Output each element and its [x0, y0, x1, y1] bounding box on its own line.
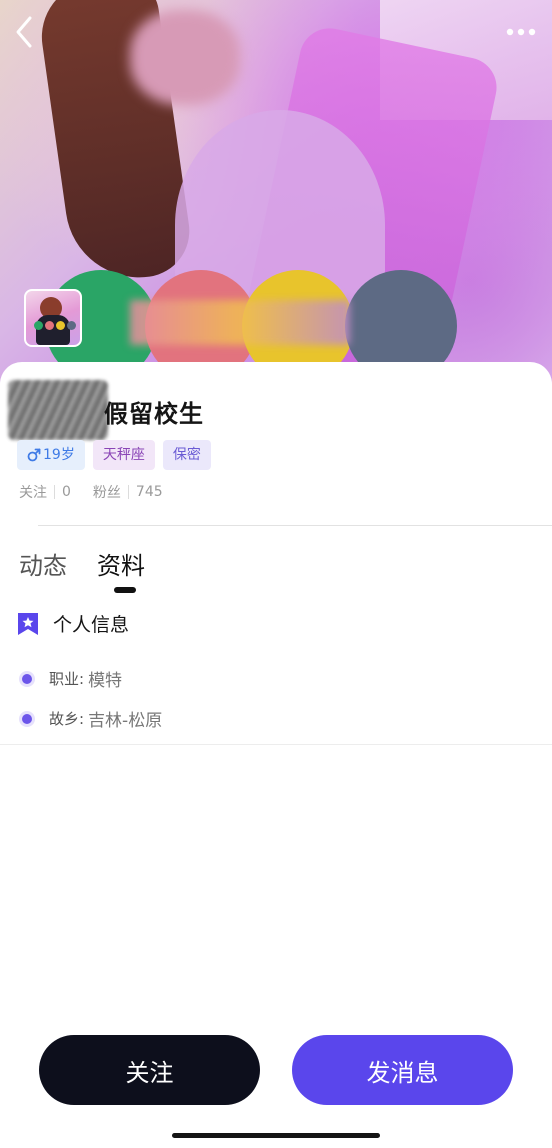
info-label: 职业: [49, 670, 85, 688]
info-value: 吉林-松原 [88, 711, 163, 731]
bullet-dot [22, 673, 32, 684]
bullet-dot [22, 713, 32, 724]
content-divider [0, 744, 552, 745]
active-tab-indicator [114, 587, 136, 593]
avatar-color-dots [34, 321, 76, 330]
privacy-tag: 保密 [162, 440, 211, 470]
section-title: 个人信息 [53, 614, 130, 636]
male-icon [27, 448, 41, 462]
info-row-occupation: 职业: 模特 [22, 666, 122, 691]
tab-posts[interactable]: 动态 [19, 546, 67, 581]
fans-label[interactable]: 粉丝 [93, 482, 121, 502]
profile-tabs: 动态 资料 [19, 546, 145, 581]
fans-count[interactable]: 745 [136, 484, 163, 500]
profile-name: 假留校生 [104, 400, 204, 428]
follow-button[interactable]: 关注 [39, 1035, 260, 1105]
stats-separator [54, 485, 55, 499]
info-row-hometown: 故乡: 吉林-松原 [22, 706, 162, 731]
avatar-thumbnail[interactable] [24, 289, 82, 347]
stats-separator [127, 485, 129, 499]
profile-stats: 关注 0 粉丝 745 [19, 482, 163, 502]
age-tag: 19岁 [17, 440, 85, 470]
cover-blurred-overlay [130, 300, 350, 345]
cover-blurred-face [130, 10, 240, 105]
following-count[interactable]: 0 [62, 484, 71, 500]
age-tag-label: 19岁 [43, 447, 75, 463]
section-divider [38, 525, 552, 526]
info-value: 模特 [88, 671, 123, 691]
more-dots-icon [506, 28, 536, 36]
back-button[interactable] [10, 14, 40, 50]
tab-profile-info[interactable]: 资料 [97, 546, 145, 581]
chevron-left-icon [16, 16, 32, 48]
more-options-button[interactable] [504, 20, 538, 44]
send-message-button[interactable]: 发消息 [292, 1035, 513, 1105]
following-label[interactable]: 关注 [19, 482, 47, 502]
info-label: 故乡: [49, 710, 85, 728]
profile-tags: 19岁 天秤座 保密 [17, 440, 211, 470]
redacted-name-part [8, 380, 108, 440]
bookmark-star-icon [18, 612, 38, 635]
profile-card [0, 362, 552, 1148]
home-indicator[interactable] [172, 1133, 380, 1138]
zodiac-tag: 天秤座 [92, 440, 155, 470]
personal-info-header: 个人信息 [17, 610, 129, 637]
profile-cover-photo [0, 0, 552, 400]
avatar-figure-body [36, 315, 70, 345]
